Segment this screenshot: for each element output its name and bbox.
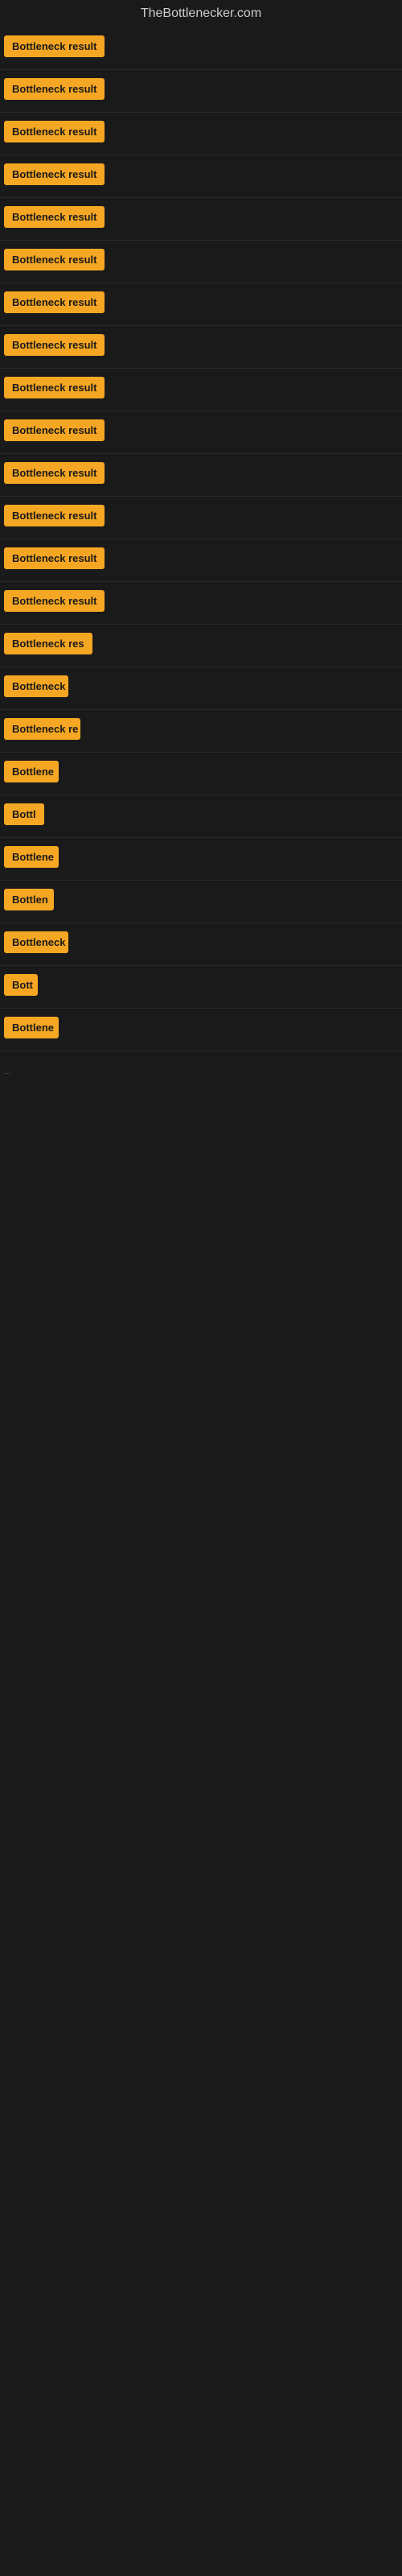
result-row[interactable]: Bottleneck result (0, 411, 402, 454)
result-row[interactable]: Bott (0, 966, 402, 1009)
bottleneck-badge[interactable]: Bottleneck res (4, 633, 92, 654)
dots-indicator: ... (0, 1051, 402, 1092)
result-row[interactable]: Bottleneck result (0, 155, 402, 198)
bottleneck-badge[interactable]: Bottleneck result (4, 35, 105, 57)
bottleneck-badge[interactable]: Bottleneck result (4, 590, 105, 612)
bottleneck-badge[interactable]: Bottleneck result (4, 78, 105, 100)
bottleneck-badge[interactable]: Bottleneck (4, 931, 68, 953)
bottleneck-badge[interactable]: Bottlene (4, 761, 59, 782)
result-row[interactable]: Bottleneck (0, 923, 402, 966)
bottleneck-badge[interactable]: Bottleneck result (4, 334, 105, 356)
bottleneck-badge[interactable]: Bottlen (4, 889, 54, 910)
result-row[interactable]: Bottleneck result (0, 582, 402, 625)
result-row[interactable]: Bottleneck result (0, 283, 402, 326)
result-row[interactable]: Bottlen (0, 881, 402, 923)
bottleneck-badge[interactable]: Bottleneck result (4, 547, 105, 569)
bottleneck-badge[interactable]: Bottleneck result (4, 419, 105, 441)
result-row[interactable]: Bottl (0, 795, 402, 838)
bottleneck-badge[interactable]: Bottlene (4, 846, 59, 868)
bottleneck-badge[interactable]: Bottleneck re (4, 718, 80, 740)
site-header: TheBottlenecker.com (0, 0, 402, 27)
bottleneck-badge[interactable]: Bott (4, 974, 38, 996)
result-row[interactable]: Bottleneck res (0, 625, 402, 667)
result-row[interactable]: Bottleneck result (0, 241, 402, 283)
result-row[interactable]: Bottleneck result (0, 326, 402, 369)
result-row[interactable]: Bottlene (0, 753, 402, 795)
result-row[interactable]: Bottleneck result (0, 70, 402, 113)
result-row[interactable]: Bottleneck result (0, 113, 402, 155)
result-row[interactable]: Bottleneck result (0, 27, 402, 70)
result-row[interactable]: Bottleneck re (0, 710, 402, 753)
bottleneck-badge[interactable]: Bottl (4, 803, 44, 825)
result-row[interactable]: Bottlene (0, 1009, 402, 1051)
bottleneck-badge[interactable]: Bottleneck result (4, 249, 105, 270)
bottleneck-badge[interactable]: Bottleneck result (4, 462, 105, 484)
result-row[interactable]: Bottleneck (0, 667, 402, 710)
result-row[interactable]: Bottleneck result (0, 369, 402, 411)
site-title: TheBottlenecker.com (0, 0, 402, 27)
bottleneck-badge[interactable]: Bottleneck result (4, 291, 105, 313)
bottleneck-badge[interactable]: Bottleneck result (4, 121, 105, 142)
result-row[interactable]: Bottleneck result (0, 497, 402, 539)
bottleneck-badge[interactable]: Bottlene (4, 1017, 59, 1038)
bottleneck-badge[interactable]: Bottleneck result (4, 206, 105, 228)
results-list: Bottleneck result Bottleneck result Bottle… (0, 27, 402, 1051)
result-row[interactable]: Bottleneck result (0, 454, 402, 497)
result-row[interactable]: Bottleneck result (0, 539, 402, 582)
bottleneck-badge[interactable]: Bottleneck result (4, 163, 105, 185)
bottleneck-badge[interactable]: Bottleneck result (4, 377, 105, 398)
result-row[interactable]: Bottleneck result (0, 198, 402, 241)
bottleneck-badge[interactable]: Bottleneck result (4, 505, 105, 526)
result-row[interactable]: Bottlene (0, 838, 402, 881)
bottleneck-badge[interactable]: Bottleneck (4, 675, 68, 697)
